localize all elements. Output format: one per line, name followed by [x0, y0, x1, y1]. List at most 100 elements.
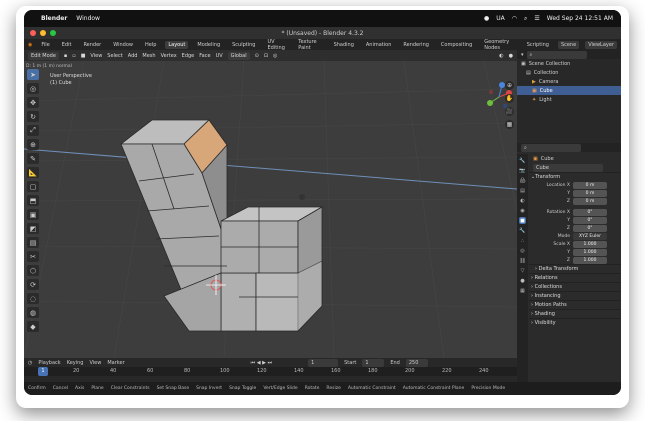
rotation-z-field[interactable]: 0° [573, 224, 607, 232]
ortho-toggle-icon[interactable]: ▦ [505, 120, 514, 129]
location-x-field[interactable]: 0 m [573, 181, 607, 189]
spin-icon[interactable]: ⟳ [27, 279, 39, 290]
polybuild-icon[interactable]: ⬡ [27, 265, 39, 276]
tab-layout[interactable]: Layout [165, 40, 189, 49]
outliner-search[interactable]: ⌕ [526, 50, 587, 59]
window-menu[interactable]: Window [76, 15, 100, 22]
motion-paths-panel[interactable]: › Motion Paths [529, 300, 621, 309]
view-layer-selector[interactable]: ViewLayer [585, 40, 617, 49]
transform-panel-header[interactable]: ⌄ Transform [529, 172, 621, 181]
menu-uv[interactable]: UV [216, 53, 223, 59]
tool-tab-icon[interactable]: 🔧 [519, 157, 526, 164]
menu-playback[interactable]: Playback [38, 360, 60, 366]
menu-add[interactable]: Add [128, 53, 138, 59]
tab-rendering[interactable]: Rendering [400, 41, 432, 49]
data-tab-icon[interactable]: ▽ [519, 267, 526, 274]
particles-tab-icon[interactable]: ∴ [519, 237, 526, 244]
render-tab-icon[interactable]: 📷 [519, 167, 526, 174]
menu-file[interactable]: File [38, 41, 52, 49]
search-icon[interactable]: ⌕ [524, 15, 527, 23]
wifi-icon[interactable]: ◠ [512, 15, 517, 22]
rotation-y-field[interactable]: 0° [573, 216, 607, 224]
vertex-select-icon[interactable]: ▪ [64, 53, 67, 59]
scene-tab-icon[interactable]: ◐ [519, 197, 526, 204]
rotation-x-field[interactable]: 0° [573, 208, 607, 216]
menu-view[interactable]: View [90, 53, 102, 59]
select-icon[interactable]: ➤ [27, 69, 39, 80]
datetime[interactable]: Wed Sep 24 12:51 AM [547, 15, 613, 22]
input-source[interactable]: UA [496, 15, 505, 22]
overlays-icon[interactable]: ◐ [499, 53, 503, 59]
menu-mesh[interactable]: Mesh [142, 53, 155, 59]
outliner-scene-collection[interactable]: ▣ Scene Collection [517, 59, 621, 68]
pivot-icon[interactable]: ⊙ [255, 53, 259, 59]
playhead[interactable]: 1 [38, 367, 48, 376]
menu-view[interactable]: View [89, 360, 101, 366]
rip-icon[interactable]: ◆ [27, 321, 39, 332]
loopcut-icon[interactable]: ▤ [27, 237, 39, 248]
menu-select[interactable]: Select [107, 53, 122, 59]
timeline-ruler[interactable]: 1 20 40 60 80 100 120 140 160 180 200 22… [24, 367, 517, 376]
app-menu[interactable]: Blender [41, 15, 67, 22]
menu-render[interactable]: Render [80, 41, 104, 49]
rotate-icon[interactable]: ↻ [27, 111, 39, 122]
menu-face[interactable]: Face [199, 53, 210, 59]
current-frame-field[interactable]: 1 [308, 358, 339, 367]
menu-keying[interactable]: Keying [67, 360, 84, 366]
clock-icon[interactable]: ◷ [28, 360, 32, 366]
instancing-panel[interactable]: › Instancing [529, 291, 621, 300]
shrink-icon[interactable]: ◍ [27, 307, 39, 318]
tab-shading[interactable]: Shading [331, 41, 357, 49]
shading-panel[interactable]: › Shading [529, 309, 621, 318]
shading-solid-icon[interactable]: ● [509, 53, 513, 59]
mesh-name-field[interactable]: Cube [533, 163, 603, 172]
3d-viewport[interactable]: D: 1 m (1 m) normal User Perspective (1)… [24, 61, 517, 358]
menu-help[interactable]: Help [142, 41, 159, 49]
scale-y-field[interactable]: 1.000 [573, 248, 607, 256]
object-tab-icon[interactable]: ■ [519, 217, 526, 224]
tab-animation[interactable]: Animation [363, 41, 395, 49]
physics-tab-icon[interactable]: ◎ [519, 247, 526, 254]
mode-selector[interactable]: Edit Mode [28, 51, 59, 60]
tab-scripting[interactable]: Scripting [524, 41, 552, 49]
scale-x-field[interactable]: 1.000 [573, 240, 607, 248]
outliner-item-cube[interactable]: ▣ Cube [517, 86, 621, 95]
world-tab-icon[interactable]: ◉ [519, 207, 526, 214]
move-icon[interactable]: ✥ [27, 97, 39, 108]
constraints-tab-icon[interactable]: ⛓ [519, 257, 526, 264]
start-frame-field[interactable]: 1 [362, 358, 385, 367]
edge-select-icon[interactable]: ▫ [72, 53, 75, 59]
modifier-tab-icon[interactable]: 🔧 [519, 227, 526, 234]
proportional-edit-icon[interactable]: ◎ [273, 53, 277, 59]
menu-vertex[interactable]: Vertex [161, 53, 177, 59]
rotation-mode-select[interactable]: XYZ Euler [573, 232, 607, 240]
view-layer-tab-icon[interactable]: ▤ [519, 187, 526, 194]
annotate-icon[interactable]: ✎ [27, 153, 39, 164]
tab-sculpting[interactable]: Sculpting [229, 41, 258, 49]
cursor-icon[interactable]: ◎ [27, 83, 39, 94]
location-y-field[interactable]: 0 m [573, 189, 607, 197]
blender-logo-icon[interactable]: ◉ [28, 42, 32, 48]
delta-transform-panel[interactable]: › Delta Transform [529, 264, 621, 273]
scale-z-field[interactable]: 1.000 [573, 256, 607, 264]
outliner-item-collection[interactable]: ▤ Collection [517, 68, 621, 77]
record-icon[interactable]: ● [484, 15, 489, 22]
face-select-icon[interactable]: ■ [81, 53, 86, 59]
control-center-icon[interactable]: ☰ [534, 15, 539, 22]
relations-panel[interactable]: › Relations [529, 273, 621, 282]
location-z-field[interactable]: 0 m [573, 197, 607, 205]
play-controls-icon[interactable]: ⏮ ◀ ▶ ⏭ [251, 360, 272, 366]
tab-compositing[interactable]: Compositing [438, 41, 475, 49]
extrude-icon[interactable]: ⬒ [27, 195, 39, 206]
tab-modeling[interactable]: Modeling [194, 41, 223, 49]
snap-icon[interactable]: ⊡ [264, 53, 268, 59]
outliner-item-light[interactable]: ✦ Light [517, 95, 621, 104]
menu-marker[interactable]: Marker [107, 360, 124, 366]
measure-icon[interactable]: 📐 [27, 167, 39, 178]
minimize-icon[interactable] [40, 30, 46, 36]
inset-icon[interactable]: ▣ [27, 209, 39, 220]
zoom-icon[interactable] [50, 30, 56, 36]
end-frame-field[interactable]: 250 [405, 358, 428, 367]
camera-view-icon[interactable]: 🎥 [505, 107, 514, 116]
output-tab-icon[interactable]: 🖨 [519, 177, 526, 184]
